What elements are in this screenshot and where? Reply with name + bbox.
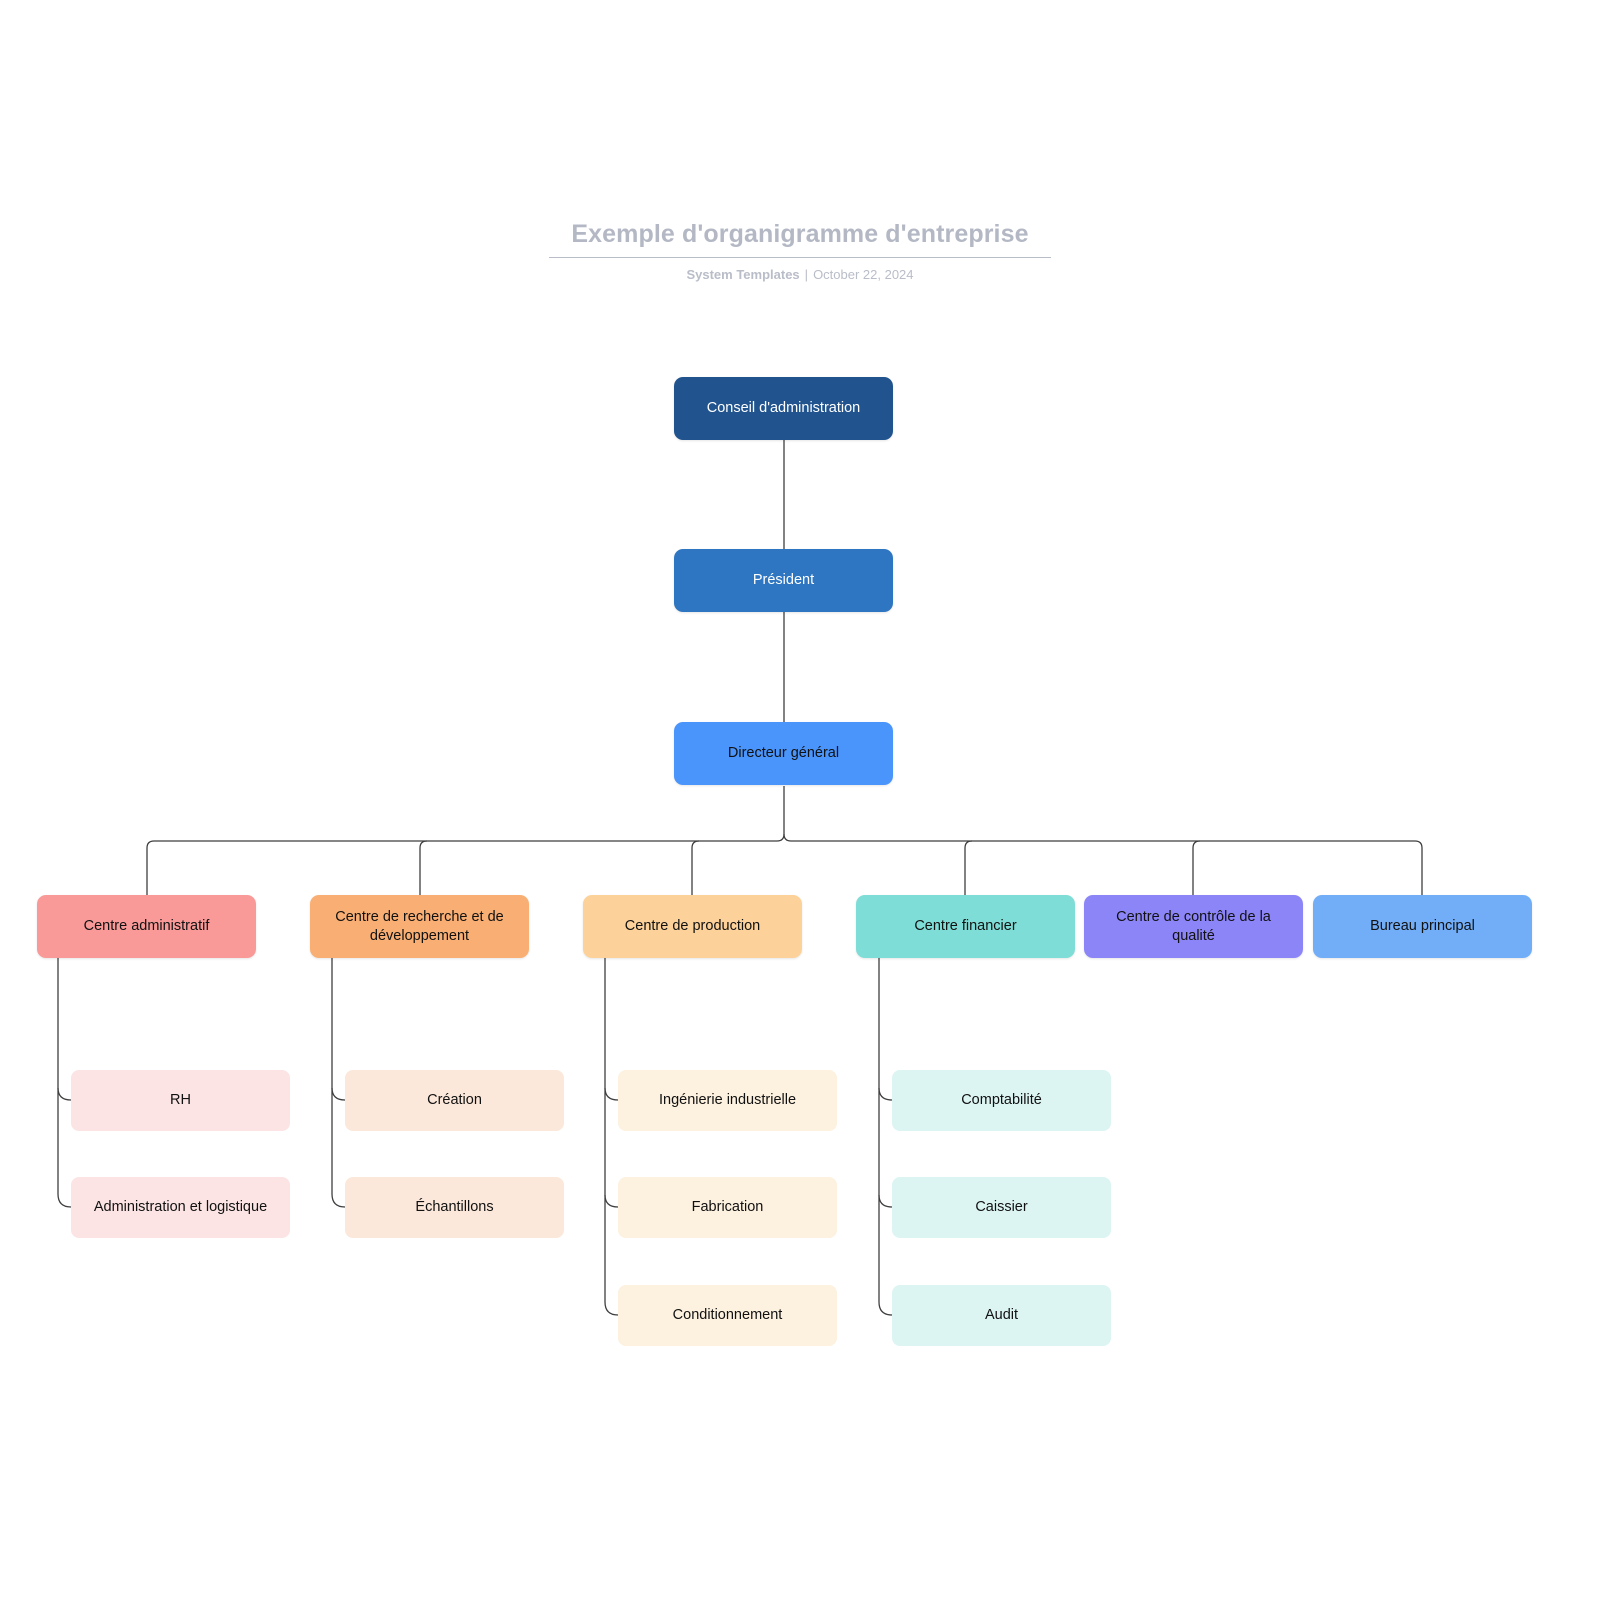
link-bus-quality (1192, 840, 1201, 895)
node-quality[interactable]: Centre de contrôle de la qualité (1084, 895, 1303, 958)
node-audit[interactable]: Audit (892, 1285, 1111, 1346)
node-indeng[interactable]: Ingénierie industrielle (618, 1070, 837, 1131)
link-ceo-bus (776, 786, 785, 842)
link-production-spine (604, 958, 619, 1316)
node-audit-label: Audit (984, 1307, 1019, 1323)
node-creation[interactable]: Création (345, 1070, 564, 1131)
link-production-indeng (604, 1087, 619, 1101)
node-manufacture-label: Fabrication (691, 1199, 764, 1215)
node-samples-label: Échantillons (415, 1199, 494, 1215)
node-quality-label: Centre de contrôle de la qualité (1116, 908, 1271, 944)
node-president-label: Président (752, 572, 815, 588)
link-ceo-bus-right (783, 833, 792, 842)
node-admin[interactable]: Centre administratif (37, 895, 256, 958)
node-rnd[interactable]: Centre de recherche et de développement (310, 895, 529, 958)
node-finance[interactable]: Centre financier (856, 895, 1075, 958)
node-packaging[interactable]: Conditionnement (618, 1285, 837, 1346)
node-finance-label: Centre financier (914, 918, 1017, 934)
page-title: Exemple d'organigramme d'entreprise (571, 220, 1029, 248)
node-mainoffice[interactable]: Bureau principal (1313, 895, 1532, 958)
subtitle-separator: | (804, 267, 809, 282)
link-bus-mainoffice (1414, 840, 1423, 895)
title-divider (549, 257, 1051, 258)
node-rnd-label: Centre de recherche et de développement (335, 908, 504, 944)
node-hr-label: RH (170, 1092, 191, 1108)
subtitle-date: October 22, 2024 (813, 267, 914, 282)
node-adminlog-label: Administration et logistique (93, 1199, 268, 1215)
link-bus-production (691, 840, 700, 895)
node-ceo-label: Directeur général (727, 745, 840, 761)
node-adminlog[interactable]: Administration et logistique (71, 1177, 290, 1238)
link-admin-spine (57, 958, 72, 1208)
node-samples[interactable]: Échantillons (345, 1177, 564, 1238)
link-finance-spine (878, 958, 893, 1316)
link-rnd-creation (331, 1087, 346, 1101)
node-creation-label: Création (427, 1092, 482, 1108)
document-header: Exemple d'organigramme d'entreprise Syst… (0, 218, 1600, 283)
node-manufacture[interactable]: Fabrication (618, 1177, 837, 1238)
org-chart-canvas: Exemple d'organigramme d'entreprise Syst… (0, 0, 1600, 1600)
link-finance-cashier (878, 1194, 893, 1208)
node-board-label: Conseil d'administration (706, 400, 861, 416)
node-ceo[interactable]: Directeur général (674, 722, 893, 785)
node-admin-label: Centre administratif (83, 918, 210, 934)
link-rnd-spine (331, 958, 346, 1208)
link-admin-hr (57, 1087, 72, 1101)
node-president[interactable]: Président (674, 549, 893, 612)
node-hr[interactable]: RH (71, 1070, 290, 1131)
link-bus-rnd (419, 840, 428, 895)
node-board[interactable]: Conseil d'administration (674, 377, 893, 440)
link-finance-accounting (878, 1087, 893, 1101)
node-cashier-label: Caissier (975, 1199, 1028, 1215)
node-accounting[interactable]: Comptabilité (892, 1070, 1111, 1131)
node-packaging-label: Conditionnement (672, 1307, 783, 1323)
node-production-label: Centre de production (624, 918, 761, 934)
node-production[interactable]: Centre de production (583, 895, 802, 958)
subtitle-author: System Templates (686, 267, 800, 282)
link-production-manufacture (604, 1194, 619, 1208)
node-accounting-label: Comptabilité (961, 1092, 1042, 1108)
node-indeng-label: Ingénierie industrielle (658, 1092, 797, 1108)
node-mainoffice-label: Bureau principal (1370, 918, 1475, 934)
link-bus-finance (964, 840, 973, 895)
node-cashier[interactable]: Caissier (892, 1177, 1111, 1238)
link-bus-admin (146, 840, 155, 895)
document-subtitle: System Templates | October 22, 2024 (0, 267, 1600, 283)
